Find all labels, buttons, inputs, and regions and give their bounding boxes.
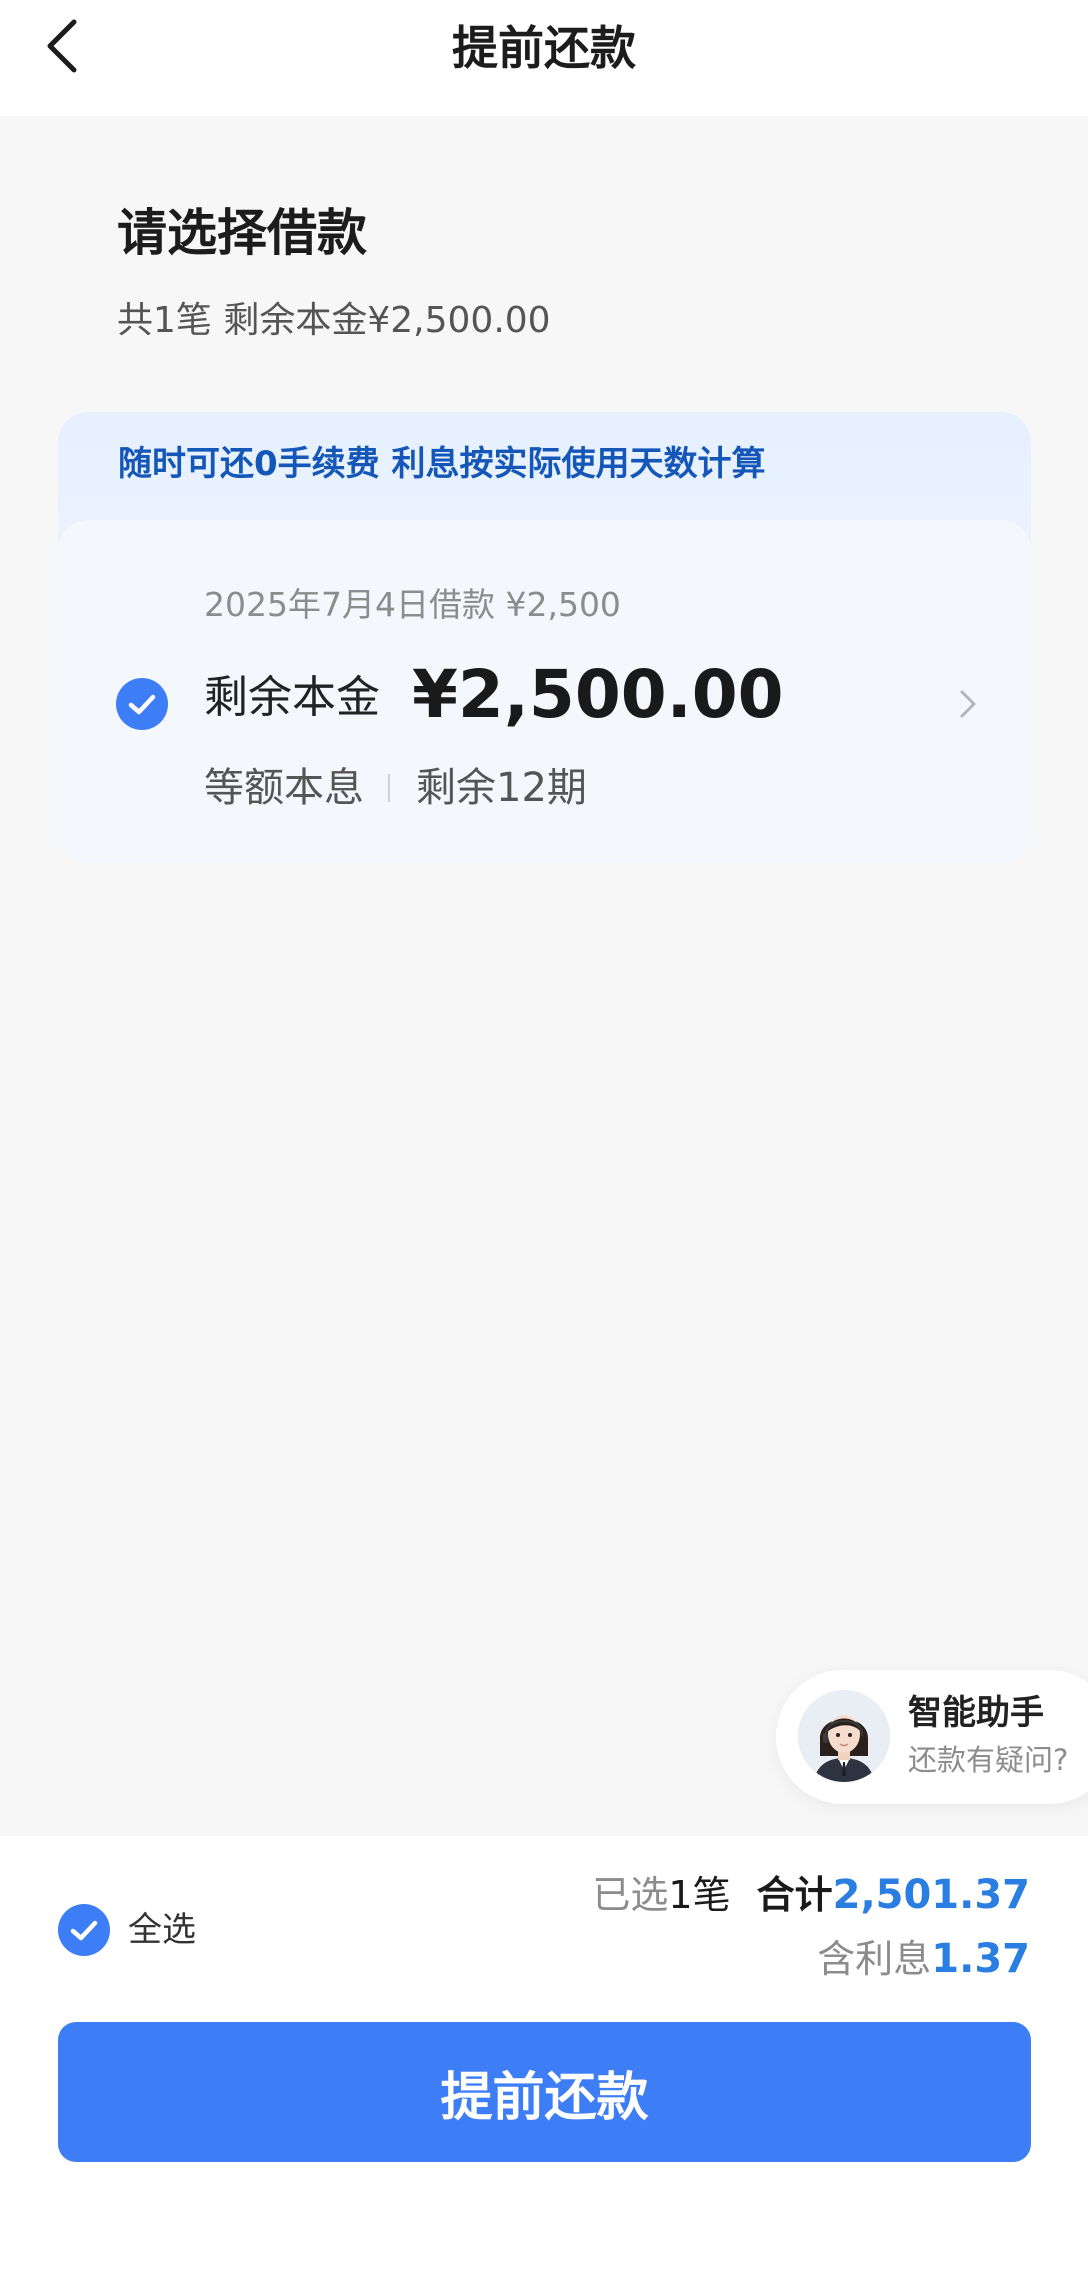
divider: [388, 774, 390, 802]
remain-principal-amount: ¥2,500.00: [412, 656, 784, 733]
checked-circle-icon[interactable]: [116, 678, 168, 730]
section-title: 请选择借款: [117, 204, 367, 262]
prepay-button[interactable]: 提前还款: [58, 2022, 1031, 2162]
interest-value: 1.37: [931, 1936, 1030, 1982]
selected-prefix: 已选: [592, 1873, 669, 1917]
assistant-name: 智能助手: [908, 1693, 1044, 1733]
page: 提前还款 请选择借款 共1笔 剩余本金¥2,500.00 随时可还0手续费 利息…: [0, 0, 1088, 2281]
remain-principal-label: 剩余本金: [204, 672, 380, 723]
assistant-bubble[interactable]: 智能助手 还款有疑问?: [776, 1670, 1088, 1804]
remain-periods: 剩余12期: [416, 765, 587, 811]
loan-card: 随时可还0手续费 利息按实际使用天数计算 2025年7月4日借款 ¥2,500 …: [58, 412, 1031, 862]
chevron-right-icon[interactable]: [952, 684, 982, 724]
selection-summary: 已选1笔 合计2,501.37: [592, 1866, 1030, 1932]
page-title: 提前还款: [452, 21, 636, 75]
assistant-avatar: [798, 1690, 890, 1782]
loan-date: 2025年7月4日借款 ¥2,500: [204, 585, 621, 624]
interest-label: 含利息: [817, 1937, 932, 1981]
selected-count: 1: [668, 1873, 693, 1917]
interest-summary: 含利息1.37: [817, 1930, 1030, 1996]
total-label: 合计: [756, 1873, 833, 1917]
assistant-subtitle: 还款有疑问?: [908, 1743, 1069, 1777]
repay-method: 等额本息: [204, 765, 364, 811]
top-nav-bar: 提前还款: [0, 0, 1088, 116]
selected-suffix: 笔: [692, 1873, 731, 1917]
avatar-icon: [798, 1690, 890, 1782]
select-all-label[interactable]: 全选: [128, 1906, 196, 1954]
bottom-bar: 全选 已选1笔 合计2,501.37 含利息1.37 提前还款: [0, 1836, 1088, 2281]
section-subtitle: 共1笔 剩余本金¥2,500.00: [117, 300, 551, 341]
total-value: 2,501.37: [832, 1872, 1030, 1918]
fee-banner: 随时可还0手续费 利息按实际使用天数计算: [118, 444, 766, 484]
select-all-checkbox[interactable]: [58, 1904, 110, 1956]
loan-item[interactable]: 2025年7月4日借款 ¥2,500 剩余本金 ¥2,500.00 等额本息 剩…: [58, 520, 1031, 862]
